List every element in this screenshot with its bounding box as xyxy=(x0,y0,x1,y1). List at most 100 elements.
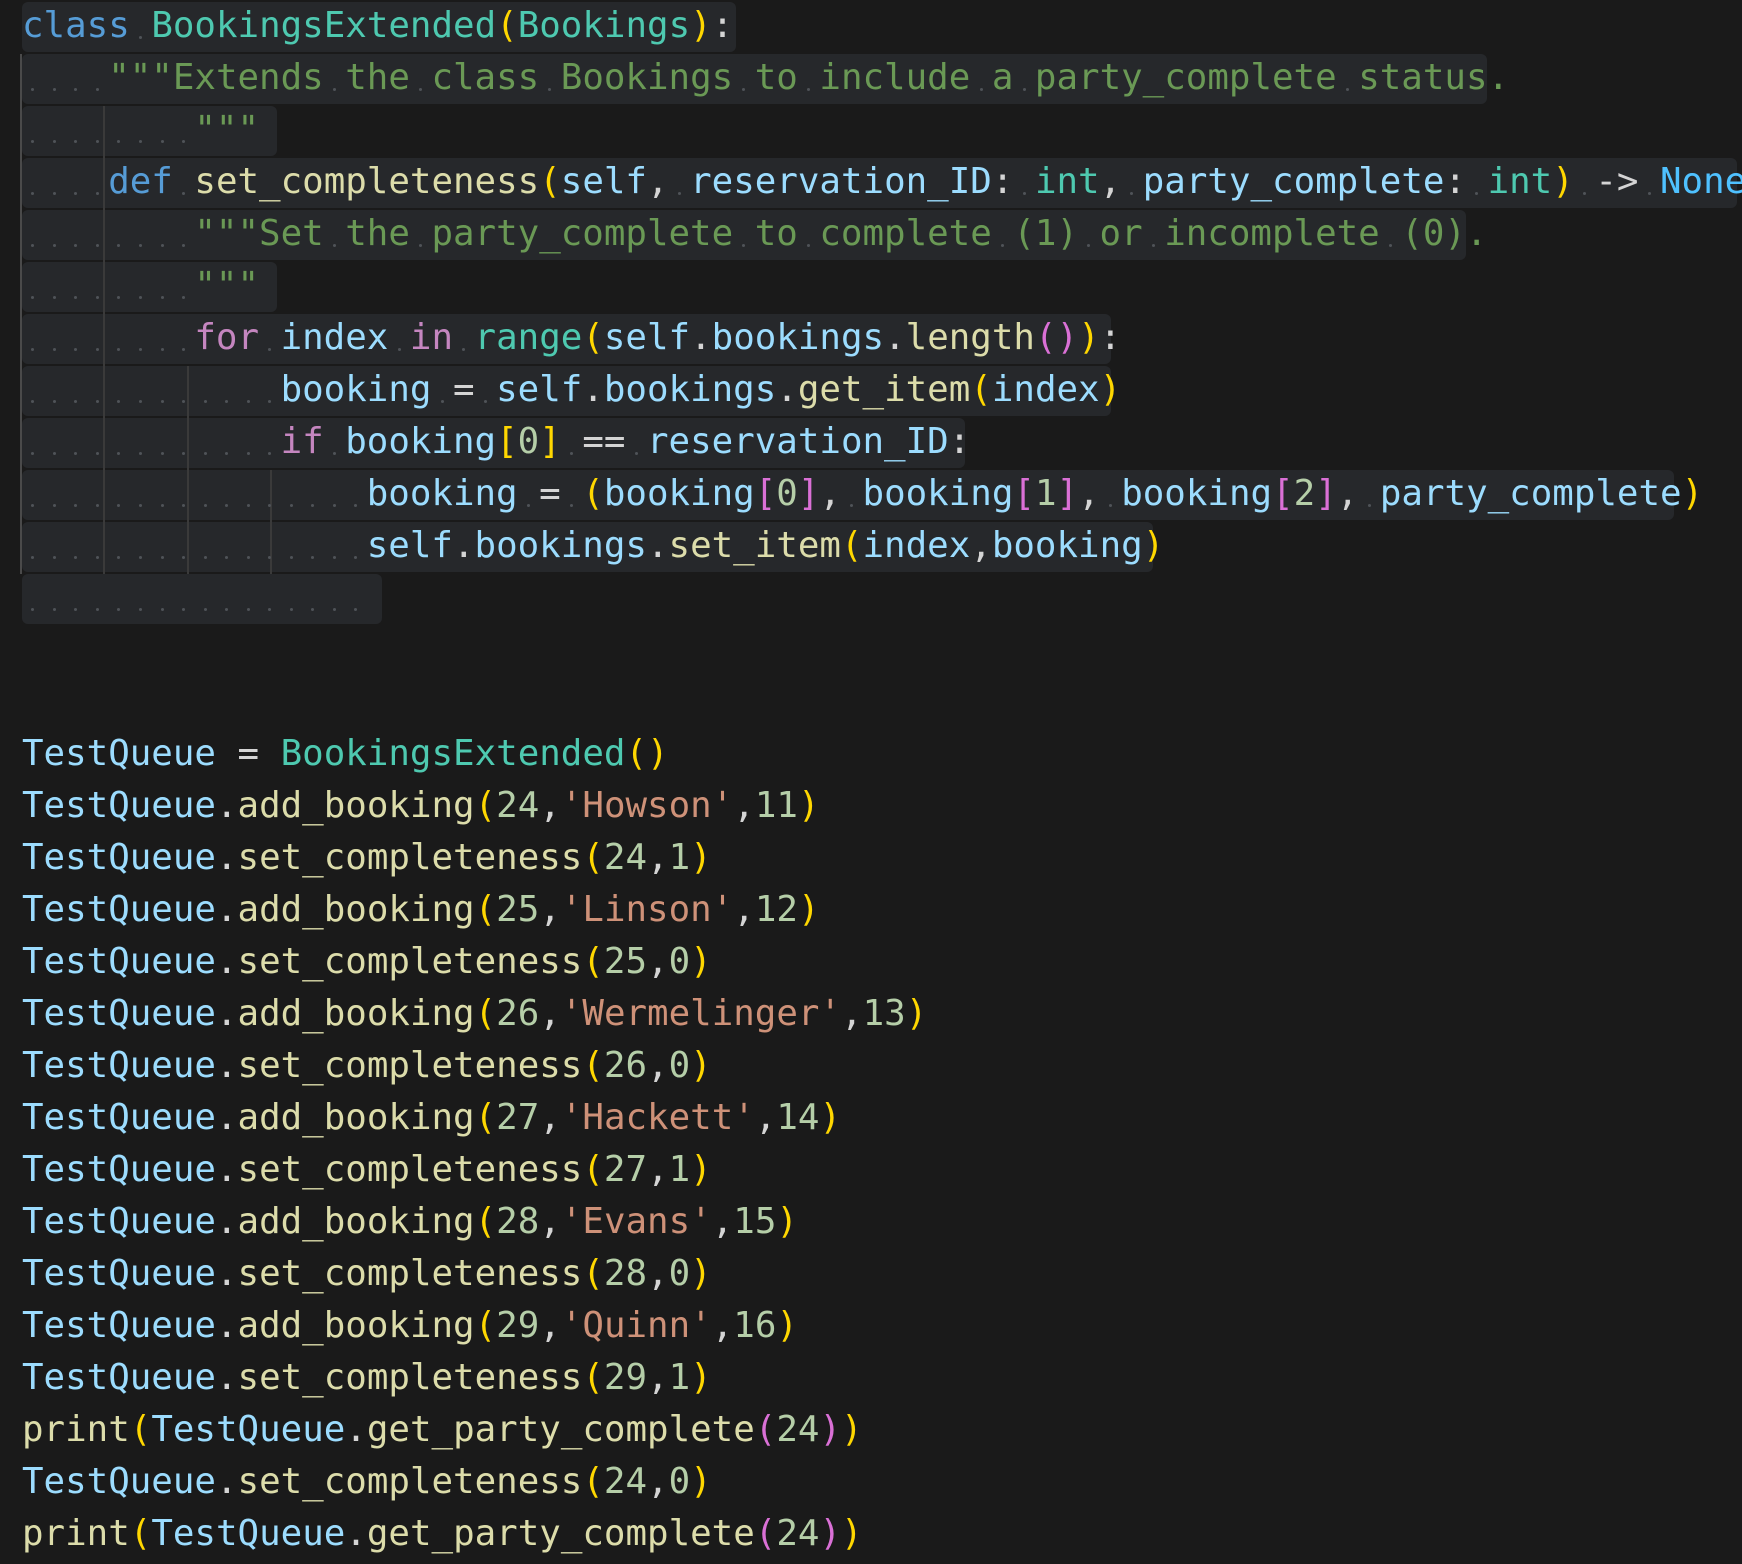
code-token: ( xyxy=(474,785,497,826)
code-token: ) xyxy=(819,1409,842,1450)
code-token: ) xyxy=(819,1097,842,1138)
code-token: ] xyxy=(1315,473,1337,514)
code-token: 'Linson' xyxy=(560,889,734,930)
code-token: TestQueue xyxy=(22,785,216,826)
code-token: add_booking xyxy=(237,1201,475,1242)
code-token: 'Howson' xyxy=(560,785,734,826)
code-line[interactable]: """Extends the class Bookings to include a part… xyxy=(22,52,1509,104)
code-token: print xyxy=(22,1409,130,1450)
code-token: [ xyxy=(496,421,518,462)
code-line[interactable]: for index in range(self.bookings.length()): xyxy=(22,312,1121,364)
code-line[interactable]: TestQueue = BookingsExtended() xyxy=(22,728,669,780)
code-line[interactable]: TestQueue.add_booking(29,'Quinn',16) xyxy=(22,1300,798,1352)
code-line[interactable]: """ xyxy=(22,260,259,312)
code-token: ) xyxy=(1078,317,1100,358)
code-token: BookingsExtended xyxy=(280,733,626,774)
code-token: int xyxy=(1487,161,1553,202)
code-token: ) xyxy=(690,1357,712,1398)
code-token: booking xyxy=(862,473,1014,514)
code-token: ] xyxy=(1056,473,1079,514)
code-token: 26 xyxy=(603,1045,648,1086)
code-line[interactable]: """Set the party_complete to complete (1) or in… xyxy=(22,208,1487,260)
code-token: set_completeness xyxy=(194,161,540,202)
code-line[interactable]: TestQueue.set_completeness(28,0) xyxy=(22,1248,712,1300)
code-line[interactable]: if booking[0] == reservation_ID: xyxy=(22,416,970,468)
code-token: () xyxy=(625,733,669,774)
code-token: [ xyxy=(1013,473,1035,514)
code-token: 15 xyxy=(733,1201,777,1242)
code-line[interactable]: TestQueue.set_completeness(24,1) xyxy=(22,832,712,884)
code-token: ( xyxy=(582,1357,604,1398)
code-token: 0 xyxy=(668,941,691,982)
code-line[interactable]: def set_completeness(self, reservation_ID:… xyxy=(22,156,1742,208)
code-token: ( xyxy=(582,837,604,878)
code-line[interactable]: TestQueue.set_completeness(24,0) xyxy=(22,1456,712,1508)
code-token: , xyxy=(754,1097,777,1138)
code-token: 29 xyxy=(603,1357,648,1398)
code-token: set_completeness xyxy=(237,1253,583,1294)
code-line[interactable]: TestQueue.add_booking(26,'Wermelinger',1… xyxy=(22,988,927,1040)
code-token: ( xyxy=(582,1149,604,1190)
code-line[interactable]: booking = self.bookings.get_item(index) xyxy=(22,364,1121,416)
code-line[interactable]: TestQueue.set_completeness(27,1) xyxy=(22,1144,712,1196)
code-token: : xyxy=(991,161,1014,202)
code-token: 'Wermelinger' xyxy=(560,993,842,1034)
code-token: [ xyxy=(1272,473,1294,514)
code-token: 25 xyxy=(603,941,648,982)
code-token: , xyxy=(647,837,669,878)
code-token: 25 xyxy=(496,889,540,930)
code-line[interactable]: self.bookings.set_item(index,booking) xyxy=(22,520,1164,572)
code-token: ( xyxy=(474,1305,497,1346)
code-token: ) xyxy=(841,1513,863,1554)
code-token: TestQueue xyxy=(22,1201,216,1242)
code-token: , xyxy=(539,1305,561,1346)
code-token: . xyxy=(215,1357,238,1398)
code-token: ( xyxy=(582,473,604,514)
code-token: TestQueue xyxy=(22,889,216,930)
code-token: 0 xyxy=(668,1253,691,1294)
code-token: -> xyxy=(1595,161,1639,202)
code-token: ) xyxy=(776,1305,798,1346)
code-editor[interactable]: class BookingsExtended (Bookings): """Exten… xyxy=(0,0,1742,1564)
code-token: . xyxy=(452,525,475,566)
code-token: bookings xyxy=(711,317,885,358)
code-token: set_completeness xyxy=(237,1149,583,1190)
code-token: for xyxy=(194,317,260,358)
code-token: TestQueue xyxy=(22,941,216,982)
code-token: index xyxy=(862,525,971,566)
code-token: TestQueue xyxy=(22,837,216,878)
code-token: . xyxy=(582,369,604,410)
code-token: . xyxy=(215,1149,238,1190)
code-line[interactable]: TestQueue.set_completeness(26,0) xyxy=(22,1040,712,1092)
code-token: , xyxy=(647,1461,669,1502)
code-token: 24 xyxy=(603,1461,648,1502)
code-line[interactable] xyxy=(22,572,367,624)
code-line[interactable]: booking = (booking[0], booking[1], booking[2… xyxy=(22,468,1703,520)
code-token: int xyxy=(1034,161,1100,202)
code-line[interactable]: print(TestQueue.get_party_complete(24)) xyxy=(22,1404,863,1456)
code-token: self xyxy=(366,525,453,566)
code-line[interactable]: TestQueue.set_completeness(25,0) xyxy=(22,936,712,988)
code-token: reservation_ID xyxy=(690,161,992,202)
code-token: , xyxy=(647,161,669,202)
code-line[interactable]: class BookingsExtended(Bookings): xyxy=(22,0,733,52)
code-token: ) xyxy=(841,1409,863,1450)
code-token: , xyxy=(733,785,755,826)
code-token: ) xyxy=(690,1045,712,1086)
code-line[interactable]: TestQueue.add_booking(24,'Howson',11) xyxy=(22,780,820,832)
code-line[interactable]: TestQueue.add_booking(28,'Evans',15) xyxy=(22,1196,798,1248)
code-token: bookings xyxy=(474,525,647,566)
code-line[interactable]: TestQueue.add_booking(25,'Linson',12) xyxy=(22,884,820,936)
code-token: 24 xyxy=(776,1409,820,1450)
code-token: def xyxy=(108,161,173,202)
code-line[interactable]: TestQueue.add_booking(27,'Hackett',14) xyxy=(22,1092,841,1144)
code-token: TestQueue xyxy=(151,1513,346,1554)
code-line[interactable]: TestQueue.set_completeness(29,1) xyxy=(22,1352,712,1404)
code-token: ) xyxy=(690,5,712,46)
code-line[interactable]: print(TestQueue.get_party_complete(24)) xyxy=(22,1508,863,1560)
code-token: TestQueue xyxy=(22,993,216,1034)
code-line[interactable]: """ xyxy=(22,104,259,156)
code-token: . xyxy=(215,1461,238,1502)
code-token: add_booking xyxy=(237,1097,475,1138)
code-token: set_completeness xyxy=(237,1045,583,1086)
